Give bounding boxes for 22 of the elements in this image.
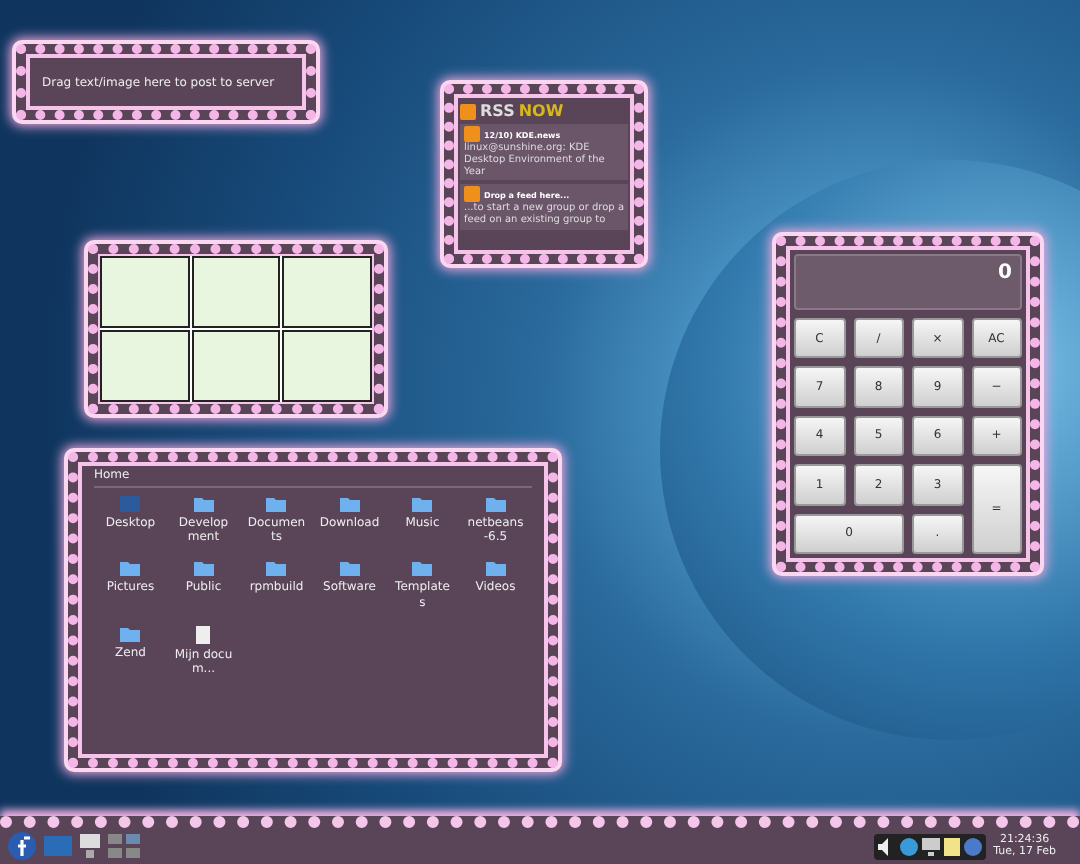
clipboard-icon[interactable] (943, 837, 960, 855)
folder-icon (339, 560, 360, 577)
folder-icon (266, 496, 287, 512)
folder-icon (193, 560, 214, 577)
monitor-icon (120, 496, 141, 512)
folder-icon (412, 496, 433, 512)
logo-text: NOW (518, 102, 564, 120)
document-icon (196, 625, 211, 644)
folder-icon (339, 496, 360, 512)
folder-icon (485, 560, 506, 577)
folder-icon (120, 625, 141, 642)
launcher-icon[interactable] (8, 832, 36, 860)
computer-icon[interactable] (80, 834, 100, 858)
folder-icon (485, 496, 506, 512)
network-icon[interactable] (921, 837, 940, 855)
rss-icon (464, 186, 480, 203)
folder-icon (412, 560, 433, 577)
folder-icon (266, 560, 287, 577)
calculator-display: 0 (794, 254, 1022, 310)
logo-text: RSS (480, 102, 515, 120)
folder-icon (193, 496, 214, 512)
folder-icon (120, 560, 141, 577)
